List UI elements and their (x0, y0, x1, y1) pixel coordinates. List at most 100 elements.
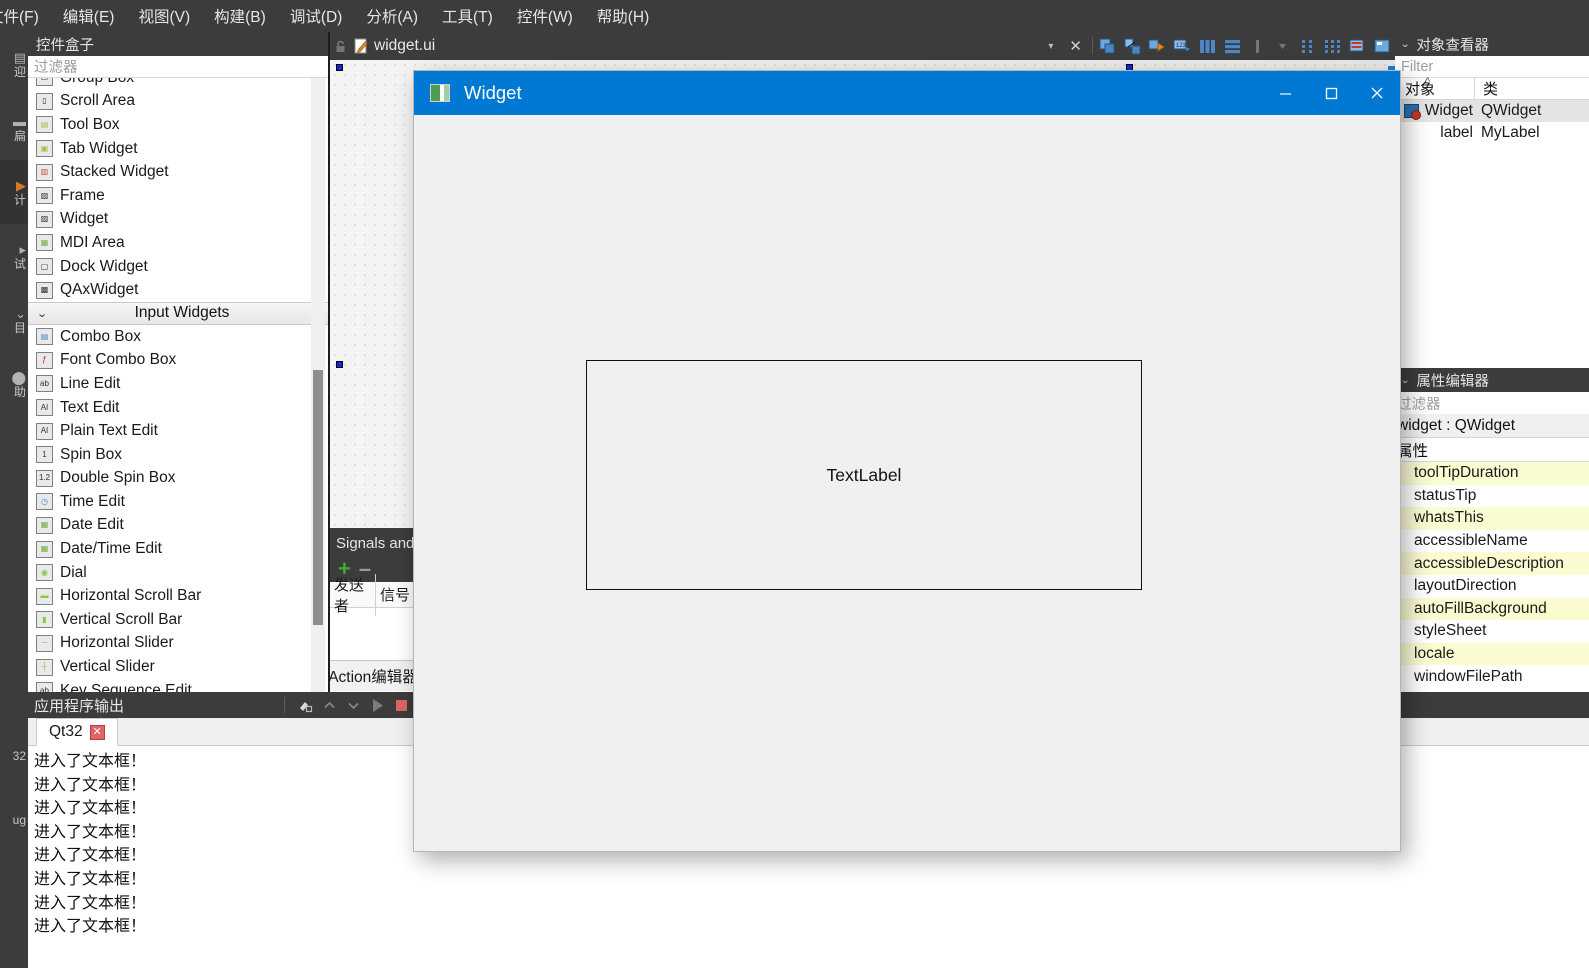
widget-box-item-frame[interactable]: ▨ Frame (28, 184, 330, 208)
widget-box-item-plain-text-edit[interactable]: AI Plain Text Edit (28, 419, 330, 443)
widget-box-item-mdi-area[interactable]: ▦ MDI Area (28, 231, 330, 255)
layout-horizontally-icon[interactable] (1195, 34, 1220, 58)
widget-box-item-scroll-area[interactable]: ▯ Scroll Area (28, 90, 330, 114)
lock-icon[interactable] (330, 40, 350, 53)
stop-icon[interactable] (389, 693, 413, 717)
layout-form-icon[interactable] (1295, 34, 1320, 58)
widget-box-item-widget[interactable]: ▨ Widget (28, 208, 330, 232)
widget-box-item-font-combo-box[interactable]: ƒ Font Combo Box (28, 349, 330, 373)
widget-box-item-stacked-widget[interactable]: ▥ Stacked Widget (28, 160, 330, 184)
widget-box-item-combo-box[interactable]: ▤ Combo Box (28, 325, 330, 349)
edit-buddies-icon[interactable] (1145, 34, 1170, 58)
widget-box-item-dock-widget[interactable]: ▢ Dock Widget (28, 255, 330, 279)
widget-box-item-double-spin-box[interactable]: 1.2 Double Spin Box (28, 467, 330, 491)
edit-signals-slots-icon[interactable] (1120, 34, 1145, 58)
maximize-button[interactable] (1308, 71, 1354, 115)
widget-box-filter-input[interactable]: 过滤器 (28, 56, 330, 78)
prev-item-icon[interactable] (317, 693, 341, 717)
chevron-down-icon[interactable]: ▾ (1040, 41, 1061, 52)
property-row-layoutDirection[interactable]: layoutDirection (1395, 574, 1589, 598)
close-icon[interactable]: ✕ (89, 724, 105, 740)
widget-box-item-time-edit[interactable]: ◷ Time Edit (28, 490, 330, 514)
widget-box-item-text-edit[interactable]: AI Text Edit (28, 396, 330, 420)
layout-splitter-vertical-icon[interactable] (1270, 34, 1295, 58)
mode-projects[interactable]: ⌄ 目 (0, 288, 28, 352)
run-icon[interactable] (365, 693, 389, 717)
output-tab-qt32[interactable]: Qt32 ✕ (36, 718, 118, 746)
mode-help[interactable]: ⬤ 助 (0, 352, 28, 416)
column-object[interactable]: ^ 对象 (1395, 76, 1475, 99)
property-row-whatsThis[interactable]: whatsThis (1395, 507, 1589, 530)
break-layout-icon[interactable] (1345, 34, 1370, 58)
menu-tools[interactable]: 工具(T) (430, 3, 505, 29)
property-row-autoFillBackground[interactable]: autoFillBackground (1395, 597, 1589, 621)
kit-selector-buildconfig[interactable]: ug (0, 788, 28, 852)
widget-box-item-tab-widget[interactable]: ▣ Tab Widget (28, 137, 330, 161)
preview-titlebar[interactable]: Widget (414, 71, 1400, 115)
widget-box-item-tool-box[interactable]: ▤ Tool Box (28, 113, 330, 137)
mode-edit[interactable]: ▬ 扁 (0, 96, 28, 160)
selection-handle-top-left[interactable] (336, 64, 343, 71)
widget-box-item-date-edit[interactable]: ▦ Date Edit (28, 514, 330, 538)
property-row-styleSheet[interactable]: styleSheet (1395, 620, 1589, 643)
widget-box-scroll-thumb[interactable] (313, 370, 323, 625)
widget-box-item-line-edit[interactable]: ab Line Edit (28, 372, 330, 396)
widget-box-category-input-widgets[interactable]: ⌄ Input Widgets (28, 301, 330, 325)
close-icon[interactable]: ✕ (1061, 37, 1090, 55)
signals-slots-body[interactable] (330, 608, 416, 660)
layout-splitter-horizontal-icon[interactable] (1245, 34, 1270, 58)
column-class[interactable]: 类 (1475, 78, 1498, 99)
property-row-toolTipDuration[interactable]: toolTipDuration (1395, 462, 1589, 485)
layout-grid-icon[interactable] (1320, 34, 1345, 58)
layout-vertically-icon[interactable] (1220, 34, 1245, 58)
column-sender[interactable]: 发送者 (330, 573, 376, 616)
chevron-down-icon[interactable]: ⌄ (1400, 39, 1410, 50)
menu-view[interactable]: 视图(V) (126, 3, 202, 29)
menu-widgets[interactable]: 控件(W) (505, 3, 585, 29)
mode-design[interactable]: ▶ 计 (0, 160, 28, 224)
widget-box-item-horizontal-slider[interactable]: ─ Horizontal Slider (28, 632, 330, 656)
widget-box-item-vertical-slider[interactable]: ┼ Vertical Slider (28, 655, 330, 679)
clear-output-icon[interactable] (293, 693, 317, 717)
object-row-label[interactable]: label MyLabel (1395, 122, 1589, 144)
mode-debug[interactable]: ▸ 试 (0, 224, 28, 288)
menu-analyze[interactable]: 分析(A) (354, 3, 430, 29)
widget-box-item-key-sequence-edit[interactable]: ab Key Sequence Edit (28, 679, 330, 692)
column-signal[interactable]: 信号 (376, 584, 410, 605)
property-row-locale[interactable]: locale (1395, 642, 1589, 666)
widget-box-item-qaxwidget[interactable]: ▩ QAxWidget (28, 278, 330, 302)
property-editor-filter-input[interactable]: 过滤器 (1395, 392, 1589, 414)
property-row-statusTip[interactable]: statusTip (1395, 484, 1589, 508)
edit-widgets-icon[interactable] (1095, 34, 1120, 58)
chevron-down-icon[interactable]: ⌄ (1400, 375, 1410, 386)
property-row-accessibleName[interactable]: accessibleName (1395, 529, 1589, 553)
plaintextedit-icon: AI (36, 422, 53, 440)
menu-help[interactable]: 帮助(H) (585, 3, 662, 29)
widget-box-item-date-time-edit[interactable]: ▦ Date/Time Edit (28, 537, 330, 561)
menu-build[interactable]: 构建(B) (202, 3, 278, 29)
close-button[interactable] (1354, 71, 1400, 115)
menu-edit[interactable]: 编辑(E) (51, 3, 127, 29)
menu-file[interactable]: 文件(F) (0, 3, 51, 29)
widget-box-item-horizontal-scroll-bar[interactable]: ▬ Horizontal Scroll Bar (28, 584, 330, 608)
widget-box-item-spin-box[interactable]: 1 Spin Box (28, 443, 330, 467)
text-label[interactable]: TextLabel (586, 360, 1142, 590)
minimize-button[interactable] (1262, 71, 1308, 115)
widget-box-item-vertical-scroll-bar[interactable]: ▮ Vertical Scroll Bar (28, 608, 330, 632)
menu-debug[interactable]: 调试(D) (278, 3, 355, 29)
property-row-accessibleDescription[interactable]: accessibleDescription (1395, 552, 1589, 575)
mode-welcome[interactable]: ▤ 迎 (0, 32, 28, 96)
widget-box-item-dial[interactable]: ◉ Dial (28, 561, 330, 585)
edit-tab-order-icon[interactable]: 123 (1170, 34, 1195, 58)
property-row-windowFilePath[interactable]: windowFilePath (1395, 665, 1589, 688)
widget-box-list[interactable]: ▭ Group Box ▯ Scroll Area ▤ Tool Box ▣ Tab Widg… (28, 78, 330, 692)
widget-box-scrollbar[interactable] (311, 78, 325, 692)
selection-handle-middle-left[interactable] (336, 361, 343, 368)
object-inspector-filter-input[interactable]: Filter (1395, 56, 1589, 78)
property-editor-list[interactable]: toolTipDuration statusTip whatsThis accessi… (1395, 462, 1589, 688)
object-row-widget[interactable]: Widget QWidget (1395, 100, 1589, 122)
adjust-size-icon[interactable] (1370, 34, 1395, 58)
kit-selector-project[interactable]: 32 (0, 724, 28, 788)
next-item-icon[interactable] (341, 693, 365, 717)
widget-box-item-group-box[interactable]: ▭ Group Box (28, 78, 330, 90)
